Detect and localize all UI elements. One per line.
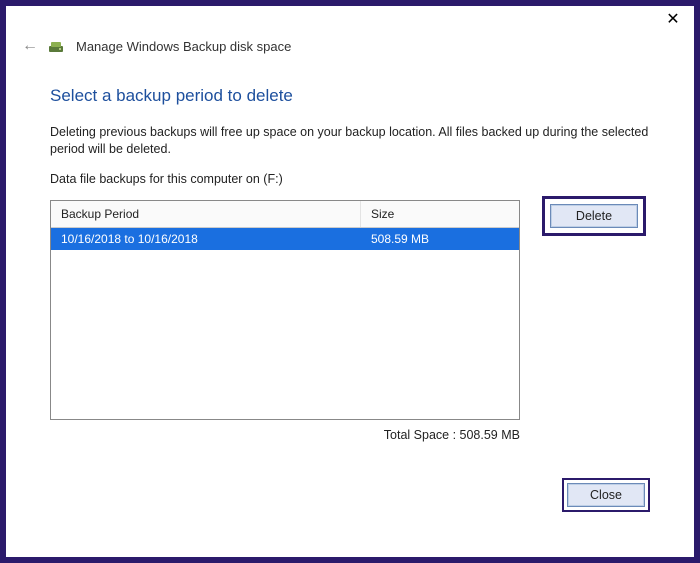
close-icon[interactable]: ✕ xyxy=(662,9,684,29)
close-button[interactable]: Close xyxy=(567,483,645,507)
back-arrow-icon[interactable]: ← xyxy=(22,38,36,54)
delete-highlight: Delete xyxy=(542,196,646,236)
titlebar: ✕ xyxy=(6,6,694,32)
page-title: Select a backup period to delete xyxy=(50,86,650,106)
close-highlight: Close xyxy=(562,478,650,512)
total-value: 508.59 MB xyxy=(460,428,520,442)
page-description: Deleting previous backups will free up s… xyxy=(50,124,650,158)
backup-list[interactable]: Backup Period Size 10/16/2018 to 10/16/2… xyxy=(50,200,520,420)
breadcrumb: ← Manage Windows Backup disk space xyxy=(6,32,694,58)
backup-icon xyxy=(48,38,64,54)
col-header-size[interactable]: Size xyxy=(361,201,519,227)
content-area: Select a backup period to delete Deletin… xyxy=(6,58,694,512)
cell-period: 10/16/2018 to 10/16/2018 xyxy=(51,228,361,250)
delete-button[interactable]: Delete xyxy=(550,204,638,228)
total-space: Total Space : 508.59 MB xyxy=(50,420,520,442)
table-row[interactable]: 10/16/2018 to 10/16/2018 508.59 MB xyxy=(51,228,519,250)
footer: Close xyxy=(50,478,650,512)
col-header-period[interactable]: Backup Period xyxy=(51,201,361,227)
page-subheading: Data file backups for this computer on (… xyxy=(50,172,650,186)
list-header: Backup Period Size xyxy=(51,201,519,228)
total-label: Total Space : xyxy=(384,428,456,442)
window-title: Manage Windows Backup disk space xyxy=(76,39,291,54)
cell-size: 508.59 MB xyxy=(361,228,519,250)
